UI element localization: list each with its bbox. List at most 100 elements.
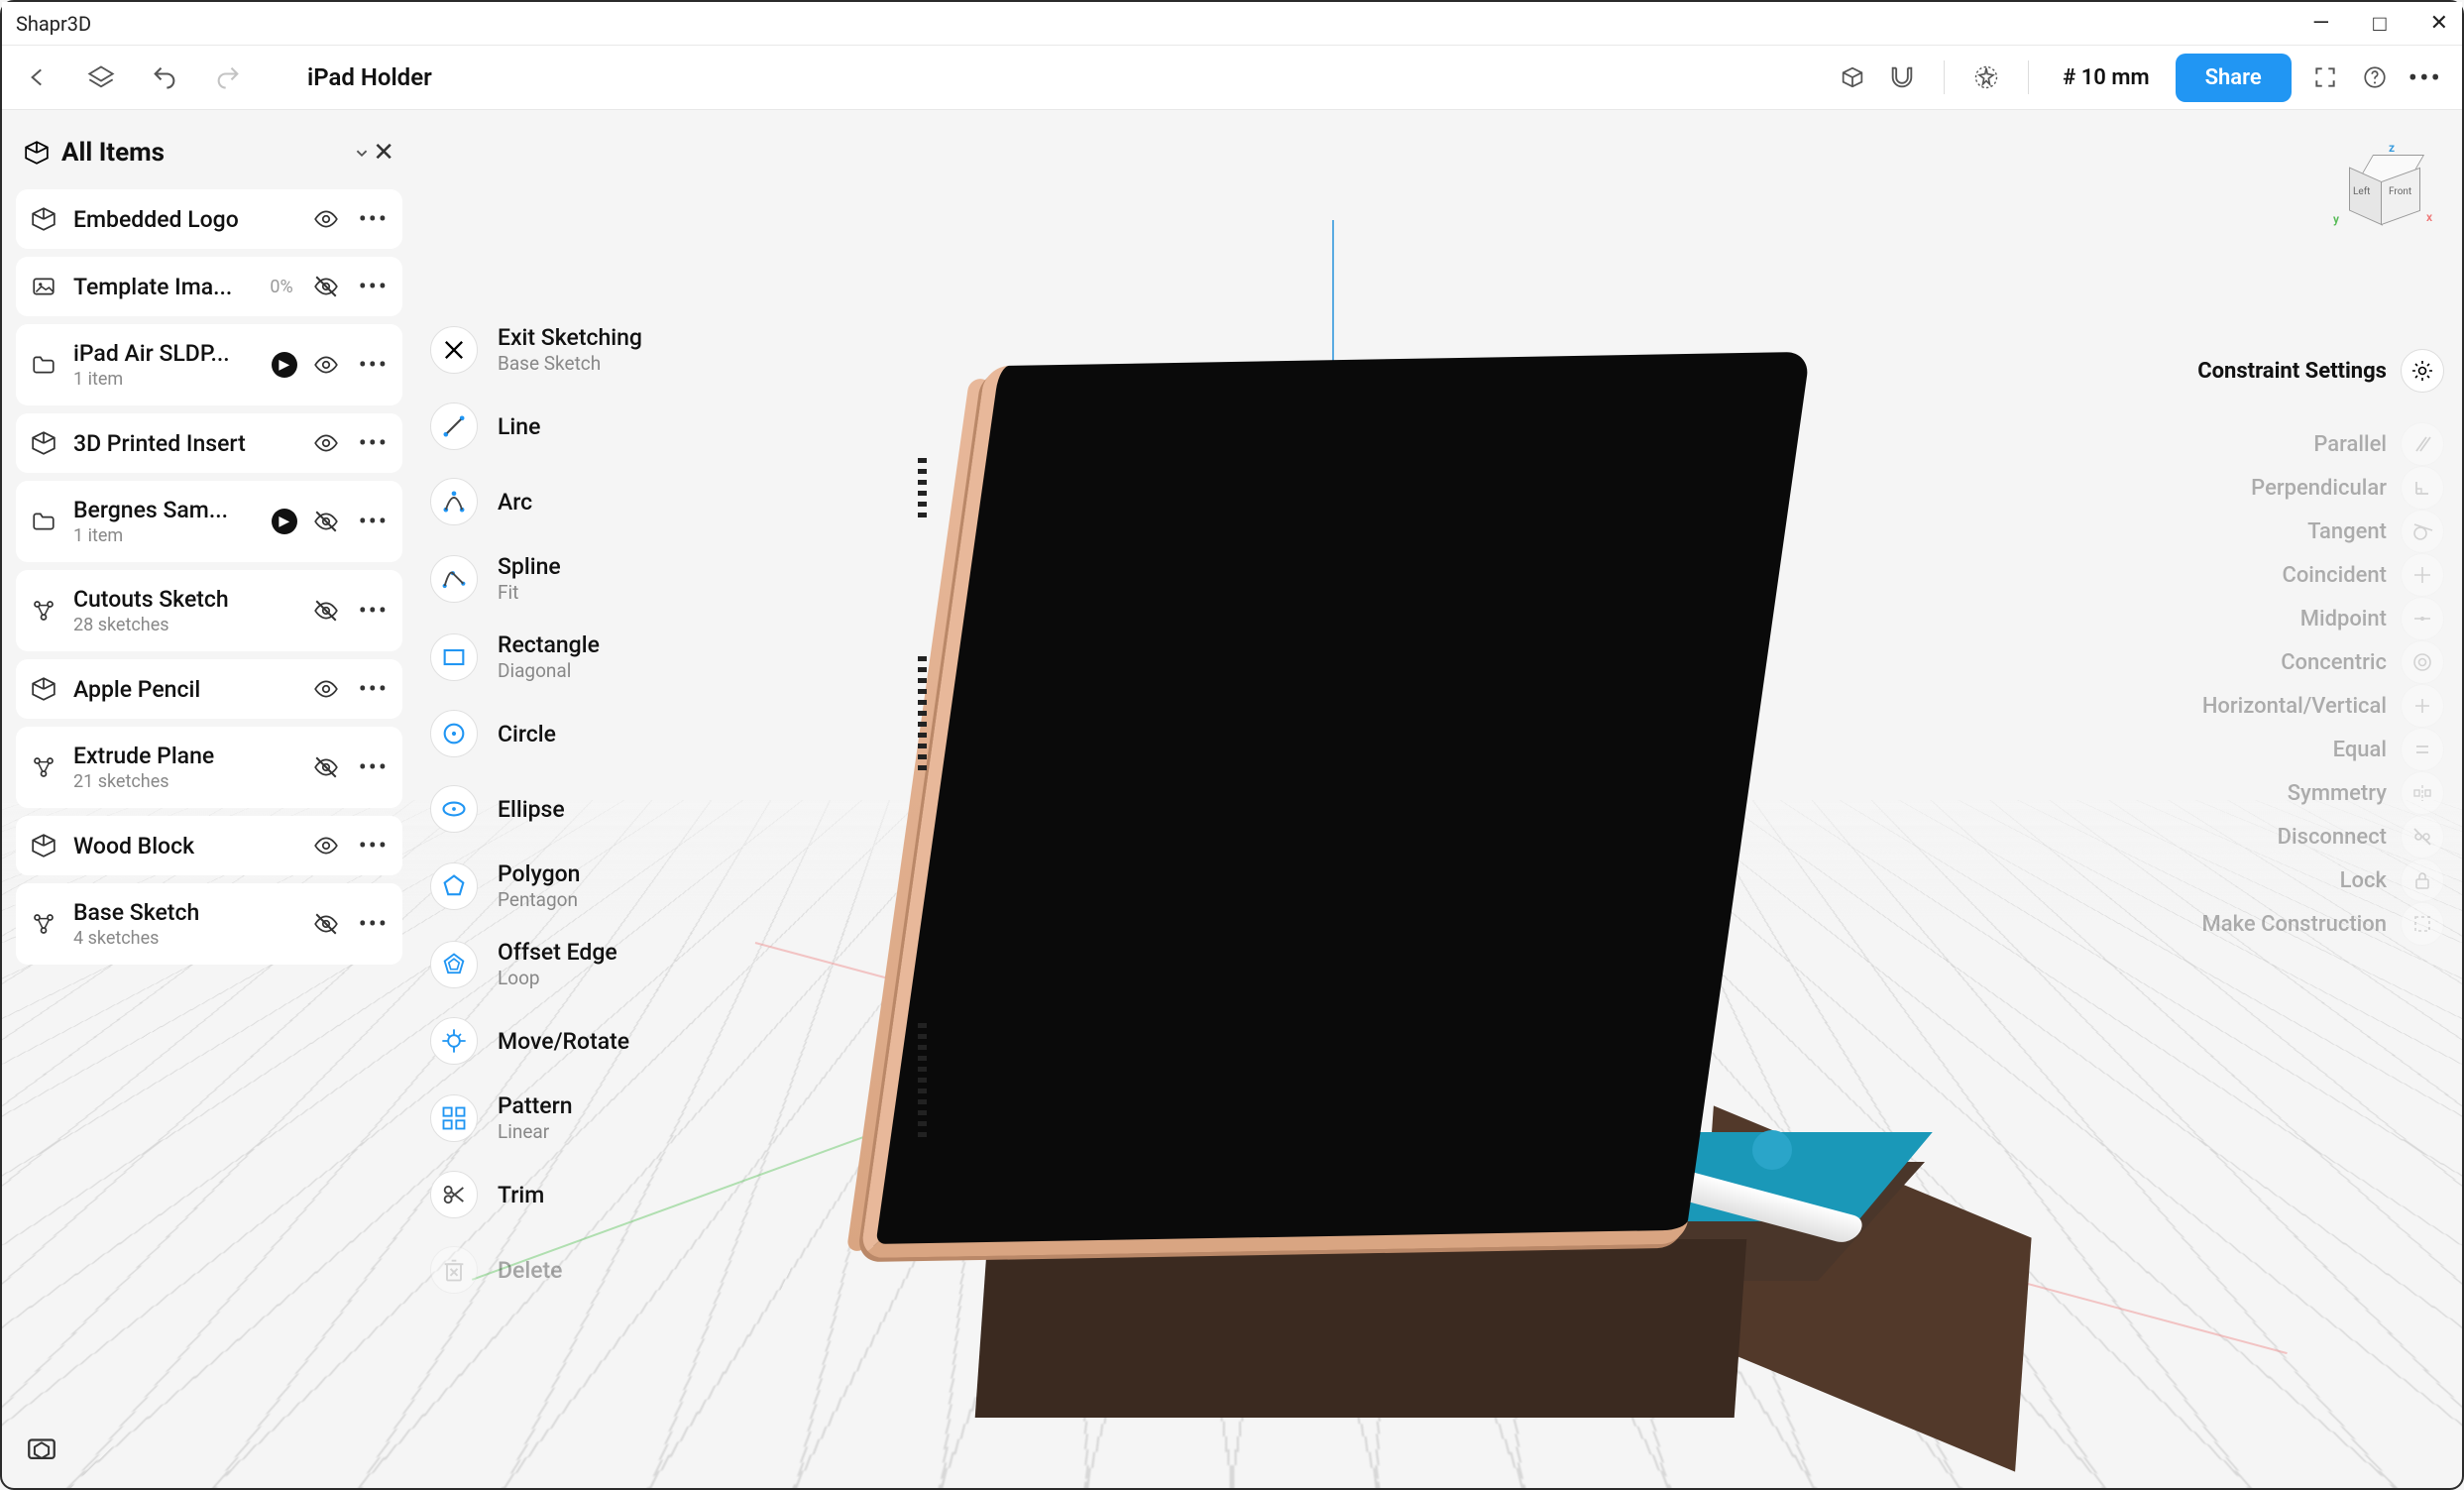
items-panel: All Items ✕ Embedded Logo•••Template Ima… <box>16 126 402 973</box>
item-more-button[interactable]: ••• <box>359 597 389 625</box>
sketch-tool-ellipse[interactable]: Ellipse <box>430 785 728 833</box>
item-bergnes-sam[interactable]: Bergnes Sam...1 item▶••• <box>16 481 402 562</box>
expand-button[interactable]: ▶ <box>272 352 297 378</box>
close-panel-button[interactable]: ✕ <box>373 138 394 168</box>
folder-icon <box>30 351 57 379</box>
item-cutouts-sketch[interactable]: Cutouts Sketch28 sketches••• <box>16 570 402 651</box>
tool-label: Pattern <box>498 1092 573 1119</box>
item-more-button[interactable]: ••• <box>359 675 389 703</box>
constraint-concentric[interactable]: Concentric <box>2157 640 2444 684</box>
visibility-toggle[interactable] <box>313 352 343 378</box>
tool-label: Spline <box>498 553 561 580</box>
sketch-tool-circle[interactable]: Circle <box>430 710 728 757</box>
sketch-tool-exit-sketching[interactable]: Exit SketchingBase Sketch <box>430 324 728 375</box>
close-icon <box>430 326 478 374</box>
back-button[interactable] <box>22 61 54 93</box>
item-base-sketch[interactable]: Base Sketch4 sketches••• <box>16 883 402 965</box>
item-apple-pencil[interactable]: Apple Pencil••• <box>16 659 402 719</box>
fullscreen-button[interactable] <box>2309 61 2341 93</box>
item-wood-block[interactable]: Wood Block••• <box>16 816 402 875</box>
constraint-disconnect[interactable]: Disconnect <box>2157 815 2444 859</box>
constraint-make-construction[interactable]: Make Construction <box>2157 902 2444 946</box>
item-more-button[interactable]: ••• <box>359 205 389 233</box>
constraint-icon <box>2401 771 2444 815</box>
undo-button[interactable] <box>149 61 180 93</box>
window-maximize[interactable]: □ <box>2373 11 2386 37</box>
sketch-tool-line[interactable]: Line <box>430 402 728 450</box>
item-3d-printed-insert[interactable]: 3D Printed Insert••• <box>16 413 402 473</box>
app-title: Shapr3D <box>16 12 91 36</box>
pattern-icon <box>430 1094 478 1142</box>
item-more-button[interactable]: ••• <box>359 910 389 938</box>
sketch-tool-polygon[interactable]: PolygonPentagon <box>430 860 728 911</box>
sketch-tool-rectangle[interactable]: RectangleDiagonal <box>430 631 728 682</box>
sketch-tool-spline[interactable]: SplineFit <box>430 553 728 604</box>
project-name[interactable]: iPad Holder <box>307 63 432 91</box>
item-more-button[interactable]: ••• <box>359 508 389 535</box>
constraint-parallel[interactable]: Parallel <box>2157 422 2444 466</box>
visibility-toggle[interactable] <box>313 274 343 299</box>
tool-sub: Base Sketch <box>498 352 642 375</box>
constraints-title: Constraint Settings <box>2197 359 2387 384</box>
more-button[interactable]: ••• <box>2408 61 2442 94</box>
constraint-lock[interactable]: Lock <box>2157 859 2444 902</box>
visibility-toggle[interactable] <box>313 430 343 456</box>
constraint-settings-button[interactable] <box>2401 349 2444 393</box>
expand-button[interactable]: ▶ <box>272 509 297 534</box>
constraint-symmetry[interactable]: Symmetry <box>2157 771 2444 815</box>
sketch-tool-move-rotate[interactable]: Move/Rotate <box>430 1017 728 1065</box>
visibility-toggle[interactable] <box>313 911 343 937</box>
item-badge: 0% <box>270 277 292 297</box>
visibility-toggle[interactable] <box>313 509 343 534</box>
tool-sub: Diagonal <box>498 659 600 682</box>
arc-icon <box>430 478 478 525</box>
sketch-tool-trim[interactable]: Trim <box>430 1171 728 1218</box>
constraint-midpoint[interactable]: Midpoint <box>2157 597 2444 640</box>
grid-size[interactable]: # 10 mm <box>2055 65 2157 90</box>
item-more-button[interactable]: ••• <box>359 351 389 379</box>
model[interactable] <box>864 329 1935 1340</box>
redo-button[interactable] <box>212 61 244 93</box>
tool-label: Rectangle <box>498 631 600 658</box>
constraint-horizontal-vertical[interactable]: Horizontal/Vertical <box>2157 684 2444 728</box>
share-button[interactable]: Share <box>2176 54 2292 102</box>
item-label: Bergnes Sam... <box>73 497 256 523</box>
visibility-toggle[interactable] <box>313 206 343 232</box>
constraint-perpendicular[interactable]: Perpendicular <box>2157 466 2444 510</box>
visibility-toggle[interactable] <box>313 754 343 780</box>
sketch-tool-pattern[interactable]: PatternLinear <box>430 1092 728 1143</box>
snap-button[interactable] <box>1886 61 1918 93</box>
item-more-button[interactable]: ••• <box>359 429 389 457</box>
item-template-ima[interactable]: Template Ima...0%••• <box>16 257 402 316</box>
axis-z-label: z <box>2389 141 2395 155</box>
layers-button[interactable] <box>85 61 117 93</box>
sketch-tool-offset-edge[interactable]: Offset EdgeLoop <box>430 939 728 989</box>
item-extrude-plane[interactable]: Extrude Plane21 sketches••• <box>16 727 402 808</box>
line-icon <box>430 402 478 450</box>
item-more-button[interactable]: ••• <box>359 273 389 300</box>
constraint-tangent[interactable]: Tangent <box>2157 510 2444 553</box>
appearance-button[interactable] <box>1970 61 2002 93</box>
visibility-toggle[interactable] <box>313 833 343 859</box>
tool-label: Line <box>498 413 540 440</box>
constraint-icon <box>2401 422 2444 466</box>
item-ipad-air-sldp[interactable]: iPad Air SLDP...1 item▶••• <box>16 324 402 405</box>
visibility-toggle[interactable] <box>313 598 343 624</box>
visibility-toggle[interactable] <box>313 676 343 702</box>
constraint-coincident[interactable]: Coincident <box>2157 553 2444 597</box>
tool-label: Trim <box>498 1182 544 1208</box>
help-button[interactable] <box>2359 61 2391 93</box>
item-more-button[interactable]: ••• <box>359 753 389 781</box>
item-more-button[interactable]: ••• <box>359 832 389 860</box>
sketch-tool-arc[interactable]: Arc <box>430 478 728 525</box>
item-embedded-logo[interactable]: Embedded Logo••• <box>16 189 402 249</box>
constraint-equal[interactable]: Equal <box>2157 728 2444 771</box>
view-cube-button[interactable] <box>1837 61 1868 93</box>
sketch-tool-delete: Delete <box>430 1246 728 1294</box>
constraint-icon <box>2401 597 2444 640</box>
orientation-cube[interactable]: Left Front z y x <box>2341 141 2440 240</box>
items-panel-header[interactable]: All Items ✕ <box>16 126 402 179</box>
ar-button[interactable] <box>22 1429 61 1468</box>
window-close[interactable]: ✕ <box>2430 11 2448 36</box>
window-minimize[interactable]: — <box>2312 11 2329 36</box>
